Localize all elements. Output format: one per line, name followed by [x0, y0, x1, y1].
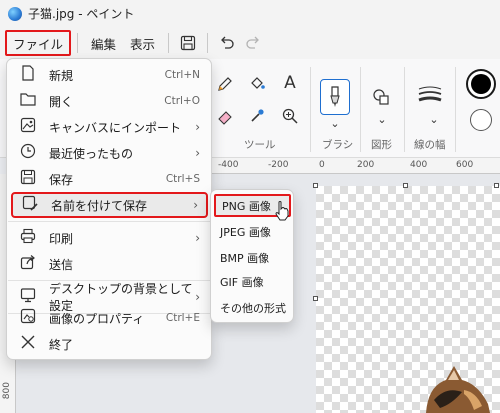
save-as-icon	[21, 195, 39, 215]
menu-item-save[interactable]: 保存 Ctrl+S	[11, 166, 208, 192]
eraser-icon[interactable]	[214, 107, 236, 130]
submenu-item-bmp[interactable]: BMP 画像	[214, 246, 291, 269]
ruler-tick: 400	[410, 160, 428, 170]
new-file-icon	[19, 65, 37, 85]
text-tool-icon[interactable]: A	[279, 73, 301, 93]
menu-item-shortcut: Ctrl+E	[165, 312, 200, 324]
paint-app-icon	[8, 6, 22, 21]
magnifier-icon[interactable]	[279, 107, 301, 130]
menu-item-new[interactable]: 新規 Ctrl+N	[11, 62, 208, 88]
menu-item-label: 終了	[49, 337, 74, 352]
ruler-tick: 0	[319, 160, 325, 170]
menu-separator	[8, 221, 211, 222]
menu-item-image-properties[interactable]: 画像のプロパティ Ctrl+E	[11, 305, 208, 331]
menu-item-exit[interactable]: 終了	[11, 331, 208, 357]
menu-item-recent[interactable]: 最近使ったもの ›	[11, 140, 208, 166]
import-image-icon	[19, 117, 37, 137]
ruler-tick: -200	[268, 160, 289, 170]
open-folder-icon	[19, 92, 37, 110]
fill-bucket-icon[interactable]	[246, 75, 268, 98]
ribbon-separator	[404, 67, 405, 152]
shapes-group-label: 図形	[371, 139, 392, 151]
mouse-cursor-icon	[275, 201, 289, 224]
redo-icon[interactable]	[240, 30, 266, 56]
view-menu-button[interactable]: 表示	[123, 30, 162, 56]
menu-item-label: 保存	[49, 172, 74, 187]
menu-item-shortcut: Ctrl+O	[164, 95, 200, 107]
brush-button[interactable]	[320, 79, 350, 115]
chevron-right-icon: ›	[195, 290, 200, 304]
line-width-group-label: 線の幅	[414, 139, 446, 151]
shapes-icon[interactable]	[370, 87, 392, 112]
chevron-right-icon: ›	[195, 231, 200, 245]
save-icon	[19, 169, 37, 189]
menu-separator	[77, 33, 79, 53]
menu-item-label: 開く	[49, 94, 74, 109]
ruler-tick: 800	[2, 382, 12, 400]
menu-item-label: 送信	[49, 257, 74, 272]
kitten-image	[418, 364, 500, 413]
secondary-color-swatch[interactable]	[470, 109, 492, 131]
resize-handle[interactable]	[403, 183, 408, 188]
title-bar: 子猫.jpg - ペイント	[0, 0, 500, 27]
close-icon	[19, 335, 37, 353]
clock-icon	[19, 143, 37, 163]
menu-item-open[interactable]: 開く Ctrl+O	[11, 88, 208, 114]
file-menu: 新規 Ctrl+N 開く Ctrl+O キャンバスにインポート › 最近使ったも…	[6, 58, 212, 360]
ribbon-separator	[455, 67, 456, 152]
print-icon	[19, 228, 37, 248]
menu-separator	[168, 33, 170, 53]
menu-item-label: 印刷	[49, 231, 74, 246]
ruler-tick: 200	[357, 160, 375, 170]
line-width-chevron-down-icon[interactable]: ⌄	[423, 113, 445, 126]
menu-item-label: 新規	[49, 68, 74, 83]
ribbon-separator	[360, 67, 361, 152]
menu-item-label: 最近使ったもの	[49, 146, 134, 161]
window-title: 子猫.jpg - ペイント	[28, 7, 135, 21]
menu-item-label: 名前を付けて保存	[51, 198, 148, 213]
menu-bar: ファイル 編集 表示	[0, 27, 500, 59]
chevron-right-icon: ›	[195, 120, 200, 134]
brush-chevron-down-icon[interactable]: ⌄	[324, 117, 346, 130]
brush-group-label: ブラシ	[322, 139, 354, 151]
menu-item-label: 画像のプロパティ	[49, 311, 145, 326]
color-picker-icon[interactable]	[246, 107, 268, 130]
menu-item-label: キャンバスにインポート	[49, 120, 182, 135]
menu-item-shortcut: Ctrl+N	[164, 69, 200, 81]
tools-group-label: ツール	[244, 139, 276, 151]
shapes-chevron-down-icon[interactable]: ⌄	[371, 113, 393, 126]
menu-item-share[interactable]: 送信	[11, 251, 208, 277]
undo-icon[interactable]	[214, 30, 240, 56]
chevron-right-icon: ›	[195, 146, 200, 160]
menu-item-import-to-canvas[interactable]: キャンバスにインポート ›	[11, 114, 208, 140]
horizontal-ruler: -400 -200 0 200 400 600	[210, 158, 500, 174]
share-icon	[19, 254, 37, 274]
menu-item-shortcut: Ctrl+S	[165, 173, 200, 185]
edit-menu-button[interactable]: 編集	[84, 30, 123, 56]
submenu-item-gif[interactable]: GIF 画像	[214, 270, 291, 293]
ribbon-separator	[310, 67, 311, 152]
desktop-icon	[19, 287, 37, 307]
resize-handle[interactable]	[313, 296, 318, 301]
menu-separator	[207, 33, 209, 53]
menu-item-save-as[interactable]: 名前を付けて保存 ›	[11, 192, 208, 218]
pencil-icon[interactable]	[214, 75, 236, 98]
submenu-item-other-formats[interactable]: その他の形式	[214, 296, 291, 319]
line-width-icon[interactable]	[417, 85, 443, 110]
ruler-tick: 600	[456, 160, 474, 170]
primary-color-swatch[interactable]	[466, 69, 496, 99]
properties-icon	[19, 308, 37, 328]
resize-handle[interactable]	[313, 183, 318, 188]
chevron-right-icon: ›	[193, 198, 198, 212]
ruler-tick: -400	[218, 160, 239, 170]
resize-handle[interactable]	[494, 183, 499, 188]
save-icon[interactable]	[175, 30, 201, 56]
file-menu-button[interactable]: ファイル	[5, 30, 72, 56]
menu-item-print[interactable]: 印刷 ›	[11, 225, 208, 251]
